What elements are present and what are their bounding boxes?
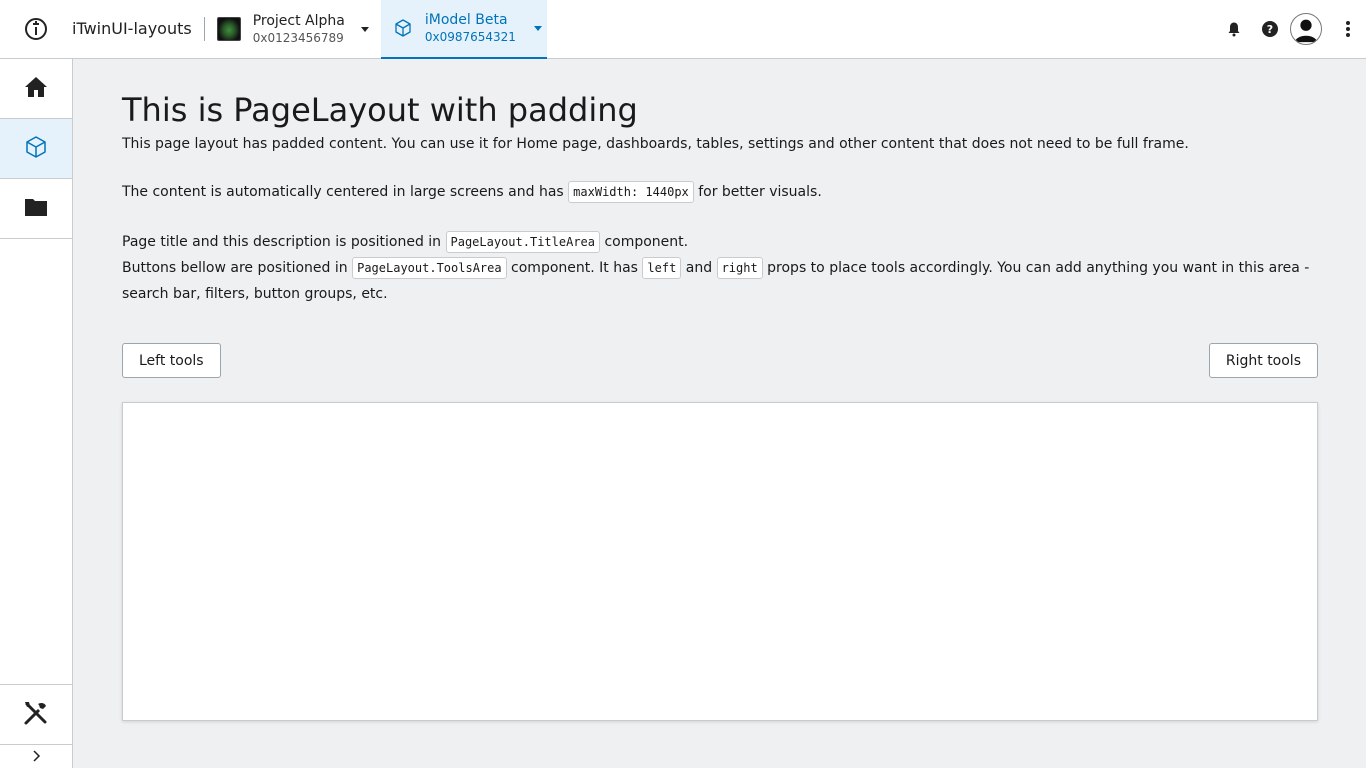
description-text: and <box>681 260 717 276</box>
description-text: component. <box>600 234 689 250</box>
sidebar-expand-button[interactable] <box>0 744 72 768</box>
description-text: Page title and this description is posit… <box>122 234 446 250</box>
home-icon <box>24 75 48 103</box>
description-text: for better visuals. <box>693 184 822 200</box>
tools-icon <box>23 700 49 730</box>
description-paragraph-3: Page title and this description is posit… <box>122 229 1318 307</box>
code-left: left <box>642 257 682 279</box>
itwin-logo-icon[interactable] <box>0 0 72 58</box>
app-title[interactable]: iTwinUI-layouts <box>72 17 205 41</box>
side-navigation <box>0 59 73 768</box>
project-breadcrumb[interactable]: Project Alpha 0x0123456789 <box>205 0 381 59</box>
project-thumbnail <box>216 17 241 41</box>
code-tools-area: PageLayout.ToolsArea <box>352 257 507 279</box>
svg-text:?: ? <box>1267 23 1273 36</box>
cube-icon <box>24 135 48 163</box>
sidebar-item-imodel[interactable] <box>0 119 72 179</box>
right-tools-button[interactable]: Right tools <box>1208 343 1318 378</box>
page-title: This is PageLayout with padding <box>122 91 638 129</box>
caret-down-icon <box>360 26 369 32</box>
sidebar-item-home[interactable] <box>0 59 72 119</box>
caret-down-icon <box>533 25 542 31</box>
left-tools-button[interactable]: Left tools <box>122 343 221 378</box>
more-vertical-icon[interactable] <box>1330 11 1366 47</box>
bell-icon[interactable] <box>1216 11 1252 47</box>
imodel-id: 0x0987654321 <box>424 30 516 44</box>
folder-icon <box>25 197 47 221</box>
description-text: component. It has <box>506 260 643 276</box>
description-text: The content is automatically centered in… <box>122 184 569 200</box>
sidebar-item-tools[interactable] <box>0 684 72 744</box>
page-content: This is PageLayout with padding This pag… <box>74 60 1366 768</box>
project-id: 0x0123456789 <box>252 31 344 45</box>
user-avatar-icon[interactable] <box>1290 13 1322 45</box>
imodel-breadcrumb[interactable]: iModel Beta 0x0987654321 <box>380 0 547 59</box>
code-right: right <box>716 257 763 279</box>
description-paragraph-1: This page layout has padded content. You… <box>122 131 1318 157</box>
help-icon[interactable]: ? <box>1252 11 1288 47</box>
content-area <box>122 402 1318 721</box>
description-text: This page layout has padded content. You… <box>122 136 1189 152</box>
chevron-right-icon <box>31 747 41 766</box>
code-title-area: PageLayout.TitleArea <box>445 231 600 253</box>
description-paragraph-2: The content is automatically centered in… <box>122 179 1318 205</box>
sidebar-item-files[interactable] <box>0 179 72 239</box>
app-header: iTwinUI-layouts Project Alpha 0x01234567… <box>0 0 1366 59</box>
description-text: Buttons bellow are positioned in <box>122 260 353 276</box>
imodel-title: iModel Beta <box>424 12 508 28</box>
project-title: Project Alpha <box>252 13 345 29</box>
cube-icon <box>393 16 413 40</box>
code-max-width: maxWidth: 1440px <box>568 181 694 203</box>
